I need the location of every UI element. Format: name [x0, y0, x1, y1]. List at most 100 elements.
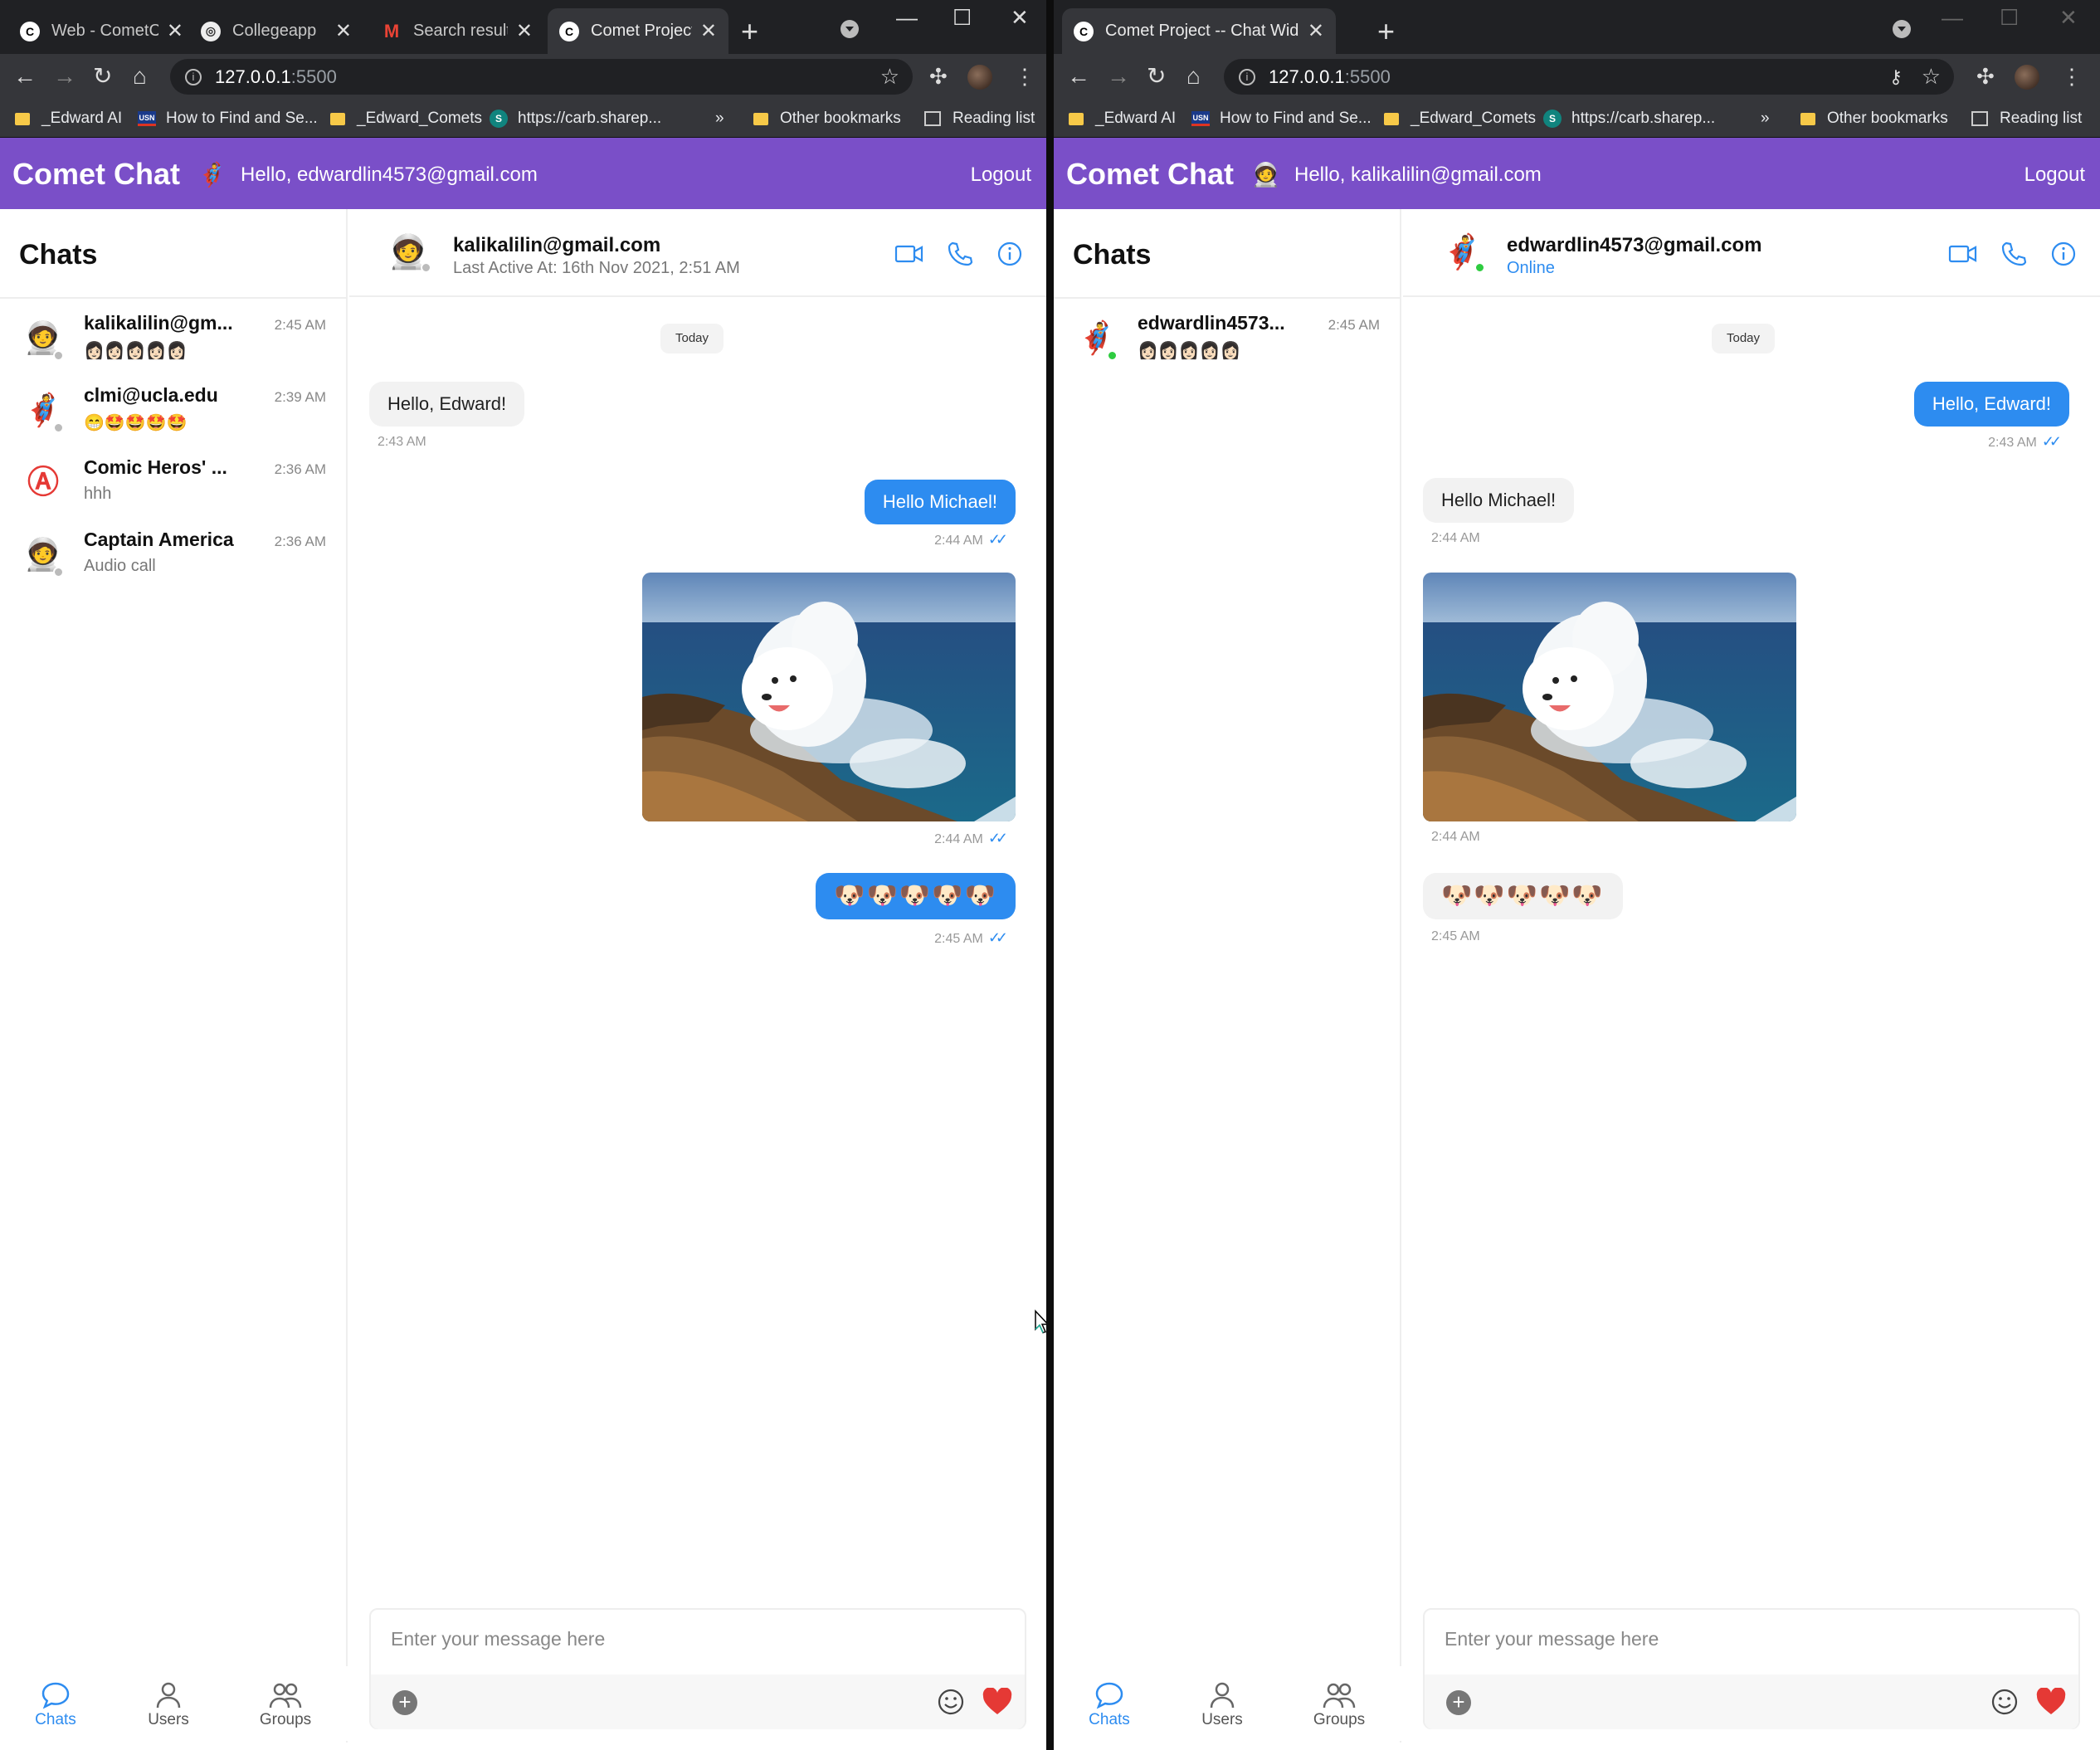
heart-reaction-icon[interactable]	[982, 1688, 1013, 1716]
forward-arrow-icon[interactable]: →	[53, 61, 76, 92]
reload-icon[interactable]: ↻	[1147, 61, 1166, 92]
close-tab-icon[interactable]: ✕	[1308, 19, 1324, 43]
chats-title: Chats	[1073, 239, 1152, 271]
chat-list-item[interactable]: 🦸 clmi@ucla.edu 😁🤩🤩🤩🤩 2:39 AM	[0, 384, 346, 456]
nav-users[interactable]: Users	[127, 1681, 210, 1729]
key-icon[interactable]: ⚷	[1889, 66, 1903, 88]
message-input[interactable]: Enter your message here	[1425, 1610, 2078, 1673]
maximize-icon[interactable]: ☐	[953, 5, 972, 31]
chat-preview: 👩🏻👩🏻👩🏻👩🏻👩🏻	[84, 342, 188, 360]
tab-gmail-search[interactable]: M Search results ✕	[370, 8, 544, 54]
bookmark-edward-comets[interactable]: _Edward_Comets	[1384, 106, 1536, 131]
chat-list-item[interactable]: 🧑‍🚀 kalikalilin@gm... 👩🏻👩🏻👩🏻👩🏻👩🏻 2:45 AM	[0, 312, 346, 383]
message-bubble-outgoing[interactable]: Hello Michael!	[864, 480, 1016, 524]
minimize-icon[interactable]: —	[1942, 5, 1963, 31]
profile-avatar[interactable]	[2015, 65, 2039, 90]
emoji-picker-icon[interactable]	[937, 1688, 965, 1716]
bookmark-edward-ai[interactable]: _Edward AI	[15, 106, 122, 131]
new-tab-button[interactable]: +	[1377, 12, 1395, 51]
tab-search-icon[interactable]	[840, 20, 859, 38]
kebab-menu-icon[interactable]: ⋮	[2061, 64, 2083, 89]
close-window-icon[interactable]: ✕	[2059, 5, 2078, 31]
message-bubble-incoming[interactable]: Hello Michael!	[1423, 478, 1575, 523]
message-bubble-incoming[interactable]: 🐶🐶🐶🐶🐶	[1423, 873, 1623, 919]
message-image-samoyed[interactable]	[642, 573, 1016, 821]
bookmark-sharepoint[interactable]: Shttps://carb.sharep...	[1543, 106, 1715, 131]
bookmark-edward-comets[interactable]: _Edward_Comets	[330, 106, 482, 131]
site-info-icon[interactable]: i	[1239, 68, 1255, 85]
chat-list-item[interactable]: 🧑‍🚀 Captain America Audio call 2:36 AM	[0, 529, 346, 600]
video-call-icon[interactable]	[894, 241, 924, 267]
tab-label: Web - CometC	[51, 22, 158, 40]
nav-users[interactable]: Users	[1181, 1681, 1264, 1729]
bookmarks-overflow-chevron[interactable]: »	[1761, 106, 1770, 131]
maximize-icon[interactable]: ☐	[2000, 5, 2019, 31]
info-icon[interactable]	[2049, 241, 2078, 267]
site-info-icon[interactable]: i	[185, 68, 202, 85]
profile-avatar[interactable]	[967, 65, 992, 90]
home-icon[interactable]: ⌂	[1186, 61, 1201, 92]
bookmark-other[interactable]: Other bookmarks	[753, 106, 901, 131]
info-icon[interactable]	[995, 241, 1025, 267]
message-time: 2:43 AM	[1988, 436, 2037, 450]
add-attachment-icon[interactable]: +	[1446, 1690, 1471, 1715]
extensions-puzzle-icon[interactable]: ✣	[1976, 64, 1995, 89]
logout-button[interactable]: Logout	[971, 163, 1031, 187]
back-arrow-icon[interactable]: ←	[13, 61, 37, 92]
chat-list-item[interactable]: 🦸‍♂️ edwardlin4573... 👩🏻👩🏻👩🏻👩🏻👩🏻 2:45 AM	[1054, 312, 1400, 383]
emoji-picker-icon[interactable]	[1990, 1688, 2019, 1716]
bookmark-reading-list[interactable]: Reading list	[924, 106, 1035, 131]
phone-call-icon[interactable]	[1999, 241, 2029, 267]
tab-search-icon[interactable]	[1893, 20, 1911, 38]
heart-reaction-icon[interactable]	[2035, 1688, 2067, 1716]
chat-preview: 👩🏻👩🏻👩🏻👩🏻👩🏻	[1138, 342, 1241, 360]
close-tab-icon[interactable]: ✕	[700, 19, 717, 43]
message-time: 2:44 AM	[934, 832, 983, 846]
tab-web-cometchat[interactable]: C Web - CometC ✕	[8, 8, 195, 54]
nav-groups[interactable]: Groups	[1298, 1681, 1381, 1729]
nav-chats[interactable]: Chats	[1068, 1681, 1151, 1729]
tab-collegeapp[interactable]: ◎ Collegeapp ✕	[189, 8, 363, 54]
contact-status: Last Active At: 16th Nov 2021, 2:51 AM	[453, 259, 740, 277]
bookmark-sharepoint[interactable]: Shttps://carb.sharep...	[490, 106, 661, 131]
kebab-menu-icon[interactable]: ⋮	[1014, 64, 1035, 89]
nav-groups[interactable]: Groups	[244, 1681, 327, 1729]
bookmark-star-icon[interactable]: ☆	[1922, 64, 1941, 90]
chat-list-item[interactable]: Ⓐ Comic Heros' ... hhh 2:36 AM	[0, 456, 346, 528]
bookmark-how-to-find[interactable]: USN How to Find and Se...	[138, 106, 318, 131]
composer-toolbar: +	[1425, 1674, 2078, 1729]
reload-icon[interactable]: ↻	[93, 61, 112, 92]
message-bubble-outgoing[interactable]: 🐶🐶🐶🐶🐶	[816, 873, 1016, 919]
tab-comet-project-widget[interactable]: C Comet Project -- Chat Widget ✕	[1062, 8, 1336, 54]
new-tab-button[interactable]: +	[741, 12, 758, 51]
close-tab-icon[interactable]: ✕	[167, 19, 183, 43]
address-bar[interactable]: i 127.0.0.1:5500 ☆	[170, 59, 913, 95]
extensions-puzzle-icon[interactable]: ✣	[929, 64, 948, 89]
message-bubble-outgoing[interactable]: Hello, Edward!	[1913, 382, 2069, 427]
bookmark-star-icon[interactable]: ☆	[880, 64, 899, 90]
message-bubble-incoming[interactable]: Hello, Edward!	[369, 382, 525, 427]
bookmark-reading-list[interactable]: Reading list	[1971, 106, 2082, 131]
bookmark-edward-ai[interactable]: _Edward AI	[1069, 106, 1176, 131]
nav-label: Users	[1201, 1711, 1243, 1728]
minimize-icon[interactable]: —	[896, 5, 918, 31]
back-arrow-icon[interactable]: ←	[1067, 61, 1090, 92]
forward-arrow-icon[interactable]: →	[1107, 61, 1130, 92]
tab-comet-project[interactable]: C Comet Project ✕	[548, 8, 728, 54]
close-tab-icon[interactable]: ✕	[516, 19, 533, 43]
video-call-icon[interactable]	[1948, 241, 1978, 267]
home-icon[interactable]: ⌂	[133, 61, 147, 92]
message-image-samoyed[interactable]	[1423, 573, 1796, 821]
bookmark-how-to-find[interactable]: USN How to Find and Se...	[1191, 106, 1372, 131]
close-window-icon[interactable]: ✕	[1011, 5, 1029, 31]
close-tab-icon[interactable]: ✕	[335, 19, 352, 43]
message-input[interactable]: Enter your message here	[371, 1610, 1025, 1673]
add-attachment-icon[interactable]: +	[392, 1690, 417, 1715]
bookmark-other[interactable]: Other bookmarks	[1800, 106, 1948, 131]
phone-call-icon[interactable]	[945, 241, 975, 267]
logged-in-user: Hello, edwardlin4573@gmail.com	[241, 163, 538, 186]
address-bar[interactable]: i 127.0.0.1:5500 ⚷ ☆	[1224, 59, 1954, 95]
logout-button[interactable]: Logout	[2024, 163, 2085, 187]
bookmarks-overflow-chevron[interactable]: »	[715, 106, 724, 131]
nav-chats[interactable]: Chats	[14, 1681, 97, 1729]
